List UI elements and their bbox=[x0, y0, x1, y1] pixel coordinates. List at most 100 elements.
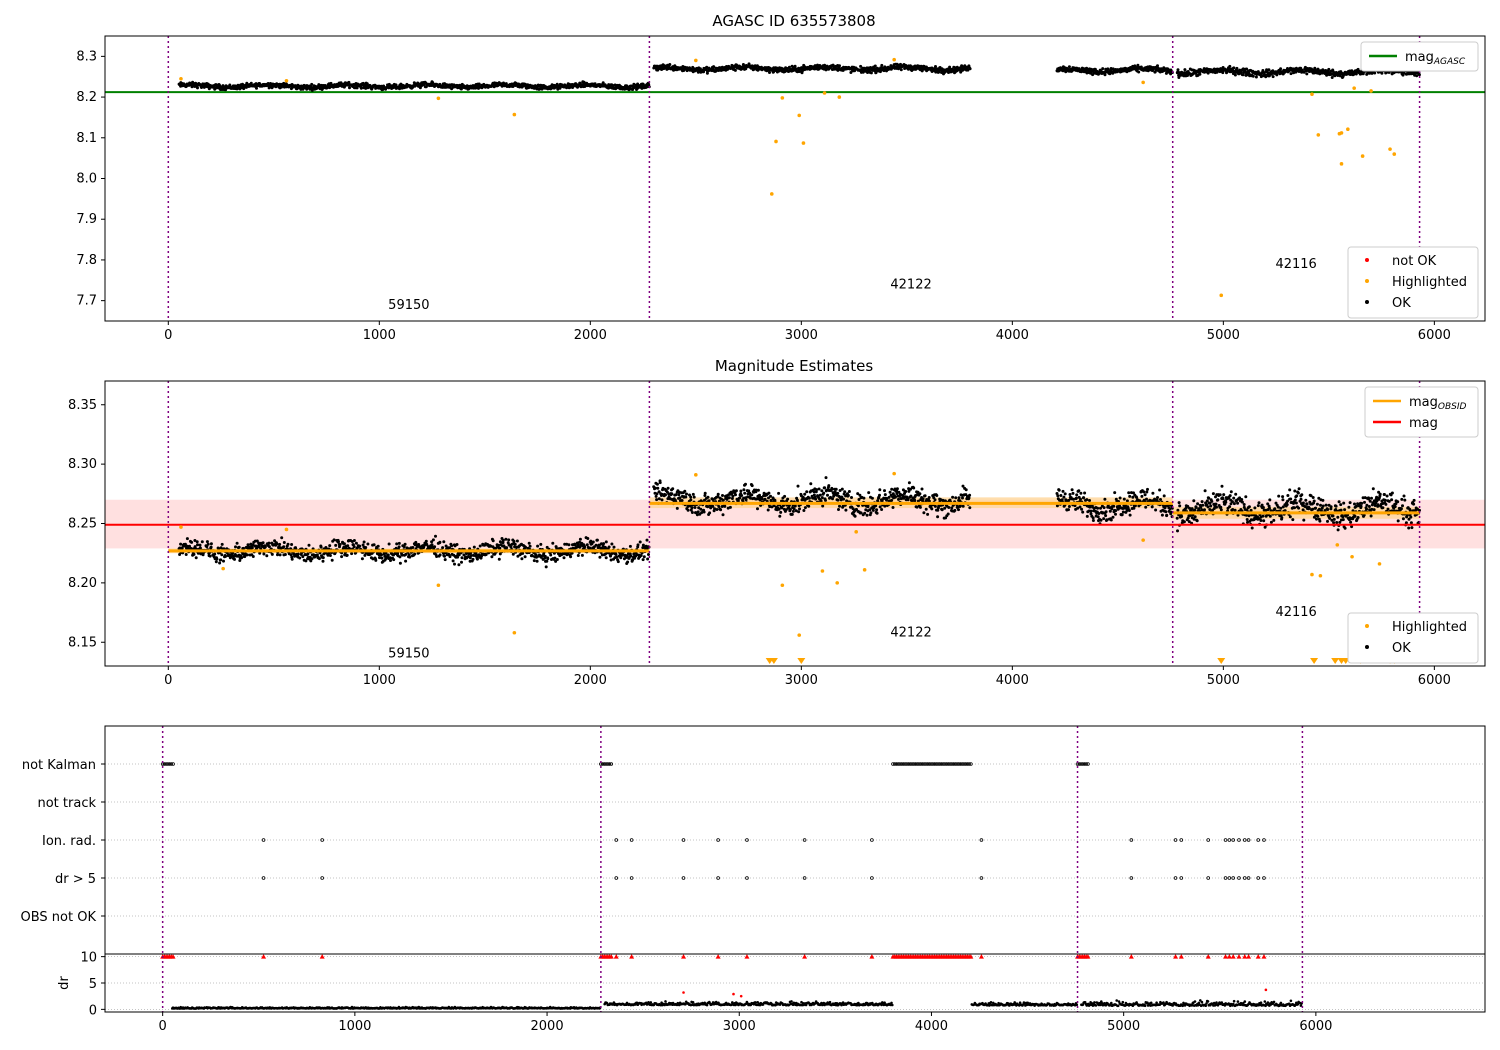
agasc-x-tick-label: 5000 bbox=[1207, 328, 1240, 343]
agasc-ok-point bbox=[1275, 73, 1279, 77]
estimates-ok-point bbox=[1142, 490, 1146, 494]
agasc-y-tick-label: 8.1 bbox=[76, 131, 97, 146]
estimates-ok-point bbox=[1312, 499, 1316, 503]
estimates-ok-point bbox=[1176, 529, 1179, 533]
estimates-ok-point bbox=[1220, 484, 1224, 488]
estimates-ok-point bbox=[431, 538, 435, 542]
agasc-status-legend-label: Highlighted bbox=[1392, 275, 1467, 290]
agasc-y-tick-label: 8.2 bbox=[76, 90, 97, 105]
estimates-ok-point bbox=[883, 489, 886, 493]
estimates-ok-point bbox=[921, 497, 925, 501]
agasc-highlighted-point bbox=[797, 113, 802, 118]
agasc-ok-point bbox=[1254, 75, 1258, 79]
estimates-ok-point bbox=[645, 538, 649, 542]
estimates-ok-point bbox=[692, 495, 696, 499]
estimates-ok-point bbox=[380, 553, 383, 557]
estimates-ok-point bbox=[438, 540, 442, 544]
estimates-ok-point bbox=[1113, 491, 1117, 495]
figure: AGASC ID 635573808 5915042122421160 1000 2… bbox=[21, 12, 1486, 1034]
estimates-ok-point bbox=[875, 508, 879, 512]
estimates-ok-point bbox=[707, 499, 711, 503]
estimates-ok-point bbox=[871, 508, 875, 512]
estimates-ok-point bbox=[434, 534, 437, 538]
estimates-ok-point bbox=[1242, 503, 1246, 506]
estimates-ok-point bbox=[1353, 502, 1356, 506]
estimates-ok-point bbox=[306, 552, 310, 556]
estimates-ok-point bbox=[907, 481, 911, 485]
estimates-ok-point bbox=[198, 543, 202, 547]
estimates-ok-point bbox=[386, 553, 390, 557]
estimates-ok-point bbox=[498, 540, 502, 544]
estimates-ok-point bbox=[1228, 494, 1232, 498]
estimates-ok-point bbox=[498, 546, 502, 550]
estimates-ok-point bbox=[817, 487, 821, 491]
estimates-ok-point bbox=[734, 489, 738, 493]
estimates-ok-point bbox=[214, 560, 218, 564]
estimates-ok-point bbox=[290, 543, 294, 546]
estimates-ok-point bbox=[448, 555, 452, 559]
estimates-ok-point bbox=[1318, 519, 1322, 523]
estimates-ok-point bbox=[307, 543, 311, 547]
estimates-ok-point bbox=[897, 497, 900, 501]
estimates-ok-point bbox=[686, 508, 690, 512]
estimates-ok-point bbox=[374, 558, 378, 562]
estimates-ok-point bbox=[209, 542, 213, 546]
agasc-highlighted-point bbox=[1360, 154, 1365, 158]
estimates-ok-point bbox=[706, 495, 710, 499]
estimates-ok-point bbox=[814, 497, 818, 501]
estimates-ok-point bbox=[520, 557, 524, 561]
estimates-ok-point bbox=[655, 498, 659, 502]
estimates-ok-point bbox=[802, 509, 806, 512]
estimates-ok-point bbox=[1342, 501, 1346, 505]
estimates-ok-point bbox=[1082, 496, 1086, 500]
estimates-ok-point bbox=[820, 496, 824, 500]
estimates-ok-point bbox=[298, 556, 302, 560]
agasc-highlighted-point bbox=[1369, 89, 1373, 93]
estimates-ok-point bbox=[1140, 494, 1144, 498]
estimates-ok-point bbox=[1368, 499, 1372, 503]
estimates-ok-point bbox=[1211, 492, 1215, 496]
estimates-ok-point bbox=[731, 494, 735, 498]
estimates-ok-point bbox=[1268, 514, 1272, 518]
estimates-ok-point bbox=[501, 538, 505, 542]
estimates-ok-point bbox=[397, 541, 401, 545]
estimates-ok-point bbox=[843, 490, 847, 494]
estimates-ok-point bbox=[926, 512, 930, 516]
estimates-ok-point bbox=[1150, 505, 1154, 509]
estimates-ok-point bbox=[1121, 510, 1125, 514]
estimates-ok-point bbox=[1056, 494, 1060, 498]
estimates-ok-point bbox=[1400, 497, 1404, 501]
estimates-ok-point bbox=[797, 510, 801, 514]
agasc-highlighted-point bbox=[837, 95, 842, 99]
estimates-ok-point bbox=[1236, 501, 1240, 505]
agasc-highlighted-point bbox=[1219, 293, 1224, 298]
estimates-ok-point bbox=[576, 554, 580, 557]
estimates-ok-point bbox=[629, 554, 633, 558]
estimates-ok-point bbox=[433, 545, 437, 549]
estimates-ok-point bbox=[504, 537, 508, 541]
estimates-ok-point bbox=[715, 508, 719, 511]
estimates-ok-point bbox=[1336, 515, 1340, 519]
estimates-ok-point bbox=[1332, 521, 1336, 525]
estimates-ok-point bbox=[779, 510, 783, 514]
agasc-ok-point bbox=[1101, 67, 1105, 71]
estimates-ok-point bbox=[1386, 507, 1390, 511]
agasc-magnitude-panel: AGASC ID 635573808 5915042122421160 1000 2… bbox=[76, 12, 1486, 343]
magnitude-estimates-plot-area: 5915042122421160 1000 2000 3000 4000 5000 6000… bbox=[68, 381, 1485, 688]
estimates-ok-point bbox=[1315, 517, 1318, 521]
estimates-ok-point bbox=[512, 539, 516, 543]
estimates-ok-point bbox=[490, 555, 494, 559]
estimates-ok-point bbox=[286, 542, 290, 546]
estimates-ok-point bbox=[1193, 515, 1197, 519]
estimates-ok-point bbox=[850, 496, 853, 499]
estimates-ok-point bbox=[511, 552, 515, 556]
estimates-ok-point bbox=[219, 558, 223, 562]
estimates-ok-point bbox=[251, 555, 255, 558]
estimates-ok-point bbox=[1201, 503, 1205, 507]
estimates-ok-point bbox=[840, 487, 844, 491]
estimates-ok-point bbox=[844, 508, 848, 512]
estimates-ok-point bbox=[638, 540, 642, 544]
estimates-ok-point bbox=[1234, 492, 1238, 496]
estimates-ok-point bbox=[1122, 497, 1126, 501]
agasc-ok-point bbox=[1415, 74, 1419, 78]
